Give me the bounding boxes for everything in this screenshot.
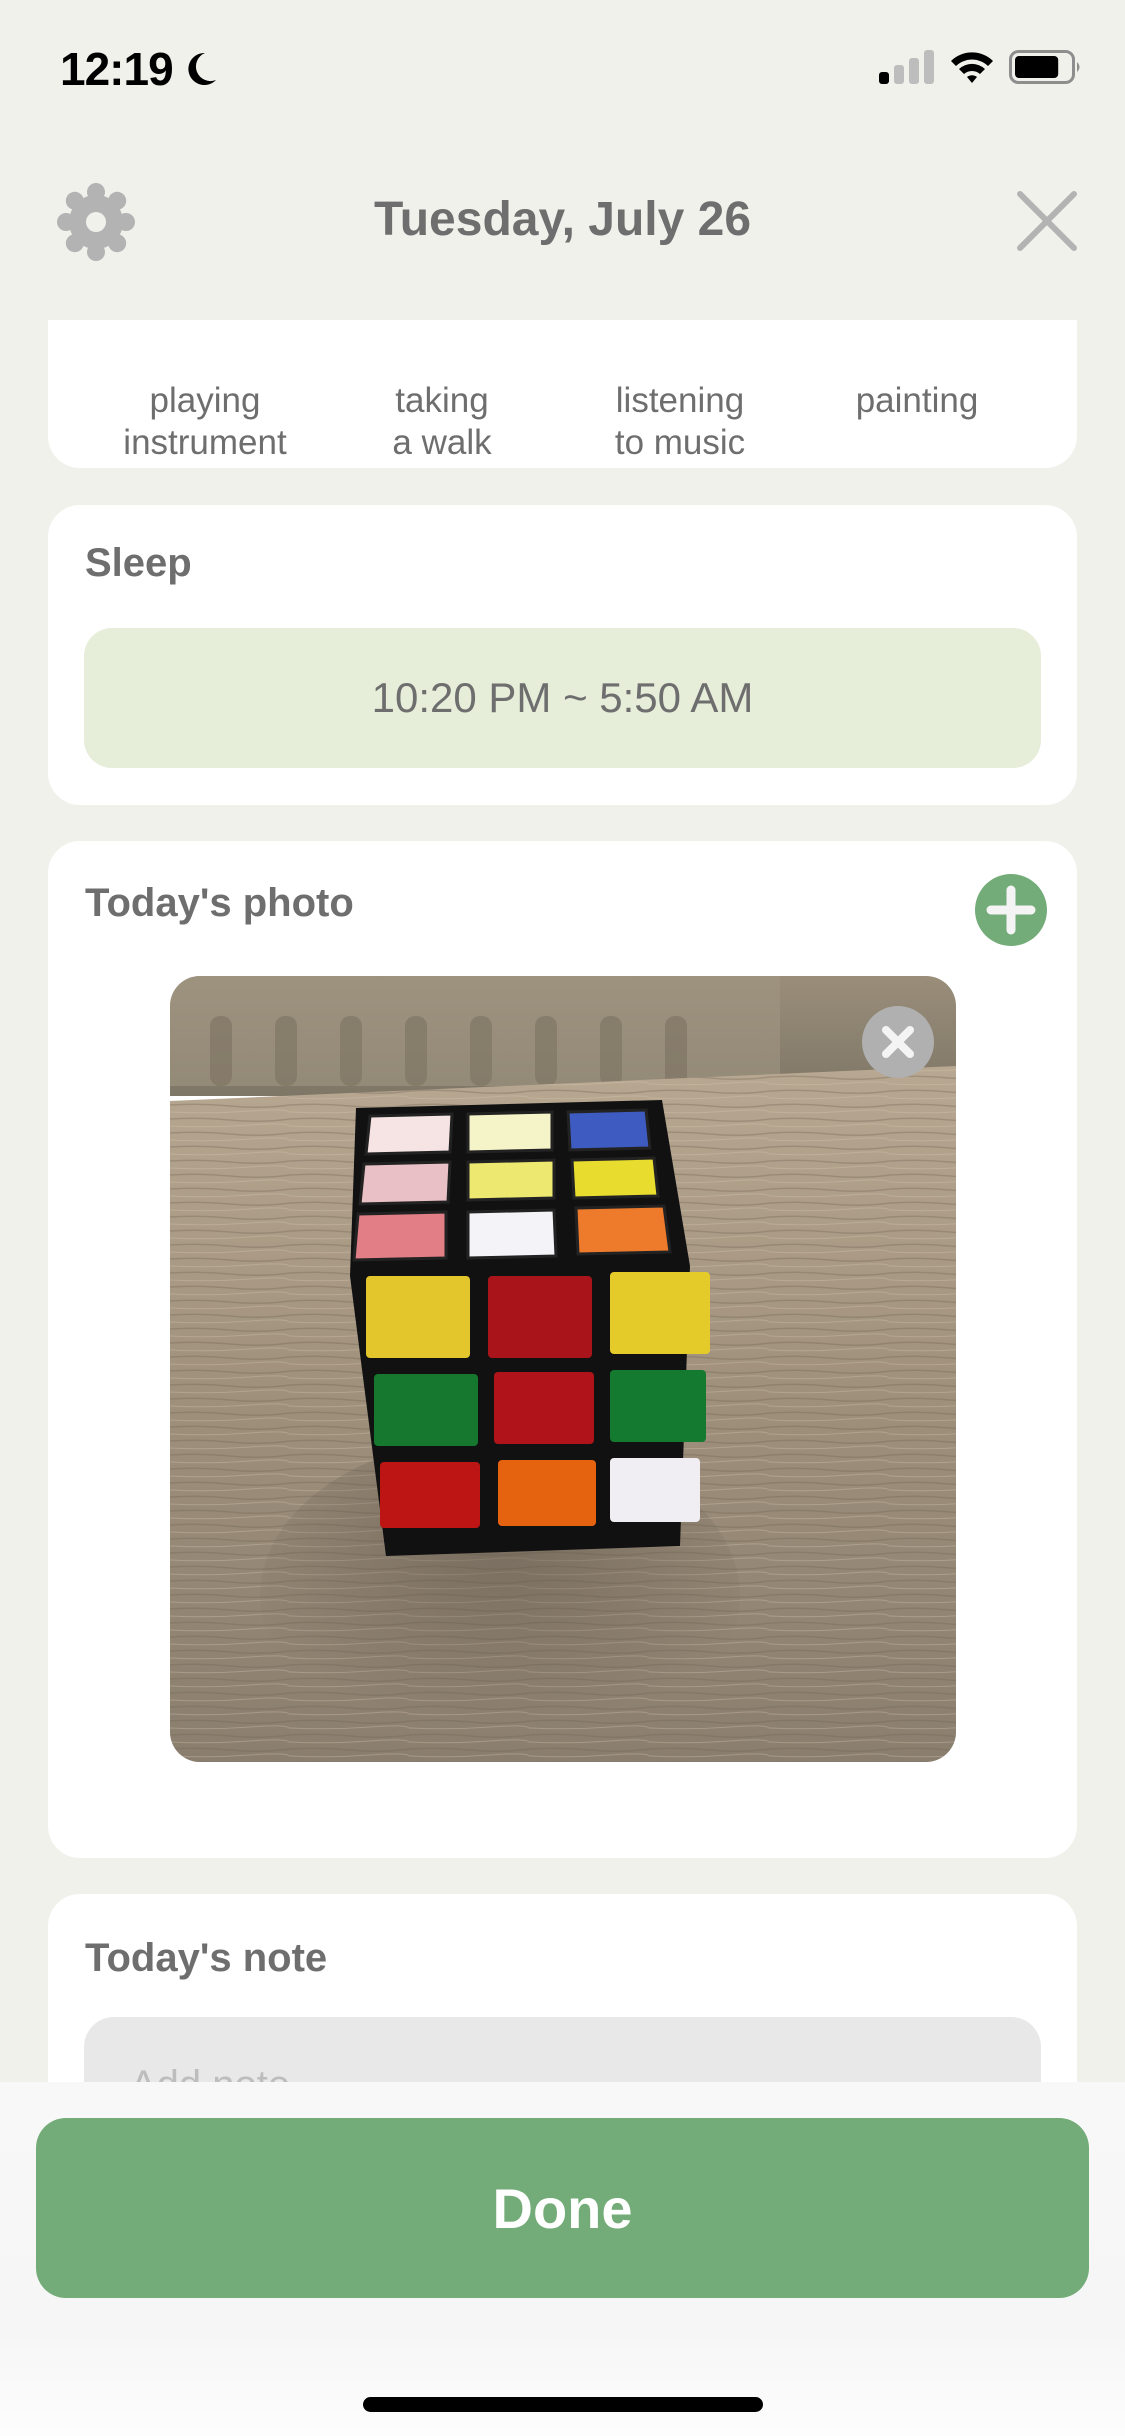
sleep-time-range-text: 10:20 PM ~ 5:50 AM <box>371 674 754 721</box>
status-time: 12:19 <box>60 43 174 95</box>
done-button[interactable]: Done <box>36 2118 1089 2298</box>
activity-item-taking-a-walk[interactable]: taking a walk <box>322 380 562 464</box>
sleep-title: Sleep <box>85 541 192 585</box>
activity-item-painting[interactable]: painting <box>797 380 1037 422</box>
plus-circle-icon <box>975 874 1047 946</box>
activity-label-line1: painting <box>855 381 979 420</box>
activity-label-line1: listening <box>615 381 745 420</box>
battery-icon <box>1009 50 1080 84</box>
activity-item-listening-to-music[interactable]: listening to music <box>560 380 800 464</box>
photo-image <box>170 976 956 1762</box>
status-time-group: 12:19 <box>60 42 219 96</box>
activity-label-line2: instrument <box>123 423 287 462</box>
page-title: Tuesday, July 26 <box>373 193 752 246</box>
add-photo-button[interactable] <box>975 874 1047 946</box>
close-button[interactable] <box>1012 186 1082 256</box>
rubiks-cube <box>350 1100 710 1556</box>
day-entry-screen: 12:19 Tuesday, July 26 playing instrumen… <box>0 0 1125 2436</box>
sleep-card: Sleep 10:20 PM ~ 5:50 AM <box>48 505 1077 805</box>
moon-icon <box>188 52 216 85</box>
activity-label-line1: playing <box>149 381 261 420</box>
activity-label-line1: taking <box>395 381 489 420</box>
signal-icon <box>879 50 934 84</box>
photo-title: Today's photo <box>85 881 354 925</box>
activity-label-line2: a walk <box>392 423 492 462</box>
activity-item-playing-instrument[interactable]: playing instrument <box>85 380 325 464</box>
bottom-bar: Done <box>0 2082 1125 2436</box>
status-bar: 12:19 <box>0 0 1125 130</box>
activity-label-line2: to music <box>614 423 746 462</box>
status-icons <box>879 50 1083 84</box>
home-indicator[interactable] <box>363 2397 763 2412</box>
remove-photo-button[interactable] <box>862 1006 934 1078</box>
close-circle-icon <box>862 1006 934 1078</box>
todays-photo[interactable] <box>170 976 956 1762</box>
photo-card: Today's photo <box>48 841 1077 1858</box>
close-icon <box>1017 191 1077 251</box>
header: Tuesday, July 26 <box>0 130 1125 320</box>
sleep-time-range[interactable]: 10:20 PM ~ 5:50 AM <box>84 628 1041 768</box>
note-title: Today's note <box>85 1936 328 1980</box>
wifi-icon <box>951 52 993 83</box>
